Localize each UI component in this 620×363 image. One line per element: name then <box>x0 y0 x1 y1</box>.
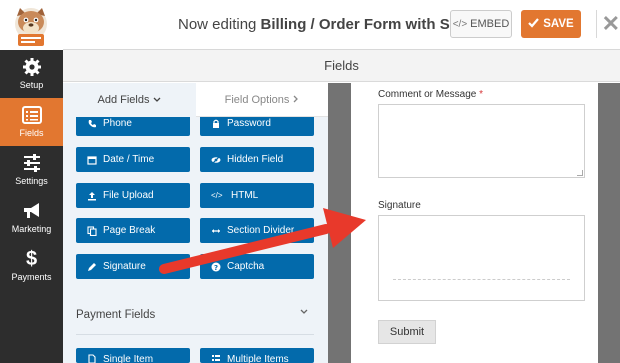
sidebar-item-setup[interactable]: Setup <box>0 50 63 98</box>
embed-button[interactable]: </> EMBED <box>450 10 512 38</box>
eye-slash-icon <box>211 155 221 165</box>
divider <box>76 334 314 335</box>
file-icon <box>87 354 97 363</box>
tab-add-fields[interactable]: Add Fields <box>63 83 196 117</box>
dollar-icon: $ <box>25 248 38 270</box>
list-icon <box>211 354 221 363</box>
megaphone-icon <box>22 201 42 221</box>
form-name: Billing / Order Form with Signature <box>260 16 450 33</box>
chevron-down-icon[interactable] <box>300 307 308 318</box>
comment-textarea[interactable] <box>378 104 585 178</box>
svg-text:?: ? <box>214 264 218 272</box>
calendar-icon <box>87 155 97 165</box>
copy-icon <box>87 225 97 236</box>
editing-title: Now editing Billing / Order Form with Si… <box>178 16 450 33</box>
chevron-right-icon <box>293 94 299 106</box>
lock-icon <box>211 119 221 129</box>
signature-label: Signature <box>378 200 421 211</box>
resize-grip-icon[interactable] <box>577 170 583 176</box>
tab-field-options[interactable]: Field Options <box>196 83 328 117</box>
field-button-date-time[interactable]: Date / Time <box>76 147 190 172</box>
upload-icon <box>87 191 97 201</box>
field-button-hidden-field[interactable]: Hidden Field <box>200 147 314 172</box>
code-icon: </> <box>452 18 468 30</box>
signature-pad[interactable] <box>378 215 585 301</box>
wpforms-logo <box>0 0 63 50</box>
question-circle-icon: ? <box>211 262 221 272</box>
chevron-down-icon <box>153 94 161 106</box>
submit-button[interactable]: Submit <box>378 320 436 344</box>
field-button-page-break[interactable]: Page Break <box>76 218 190 243</box>
field-row-clip: Phone Password <box>76 117 314 137</box>
code-icon: </> <box>211 190 223 200</box>
list-icon <box>21 105 42 125</box>
sidebar-item-payments[interactable]: $ Payments <box>0 242 63 290</box>
sidebar-item-fields[interactable]: Fields <box>0 98 63 146</box>
pencil-icon <box>87 262 97 272</box>
sidebar-item-settings[interactable]: Settings <box>0 146 63 194</box>
payment-fields-heading[interactable]: Payment Fields <box>76 309 155 321</box>
field-button-file-upload[interactable]: File Upload <box>76 183 190 208</box>
phone-icon <box>87 119 97 129</box>
comment-label: Comment or Message * <box>378 89 484 100</box>
field-button-section-divider[interactable]: Section Divider <box>200 218 314 243</box>
sliders-icon <box>22 153 42 173</box>
check-icon <box>528 17 540 31</box>
save-button[interactable]: SAVE <box>521 10 581 38</box>
field-button-signature[interactable]: Signature <box>76 254 190 279</box>
close-icon[interactable]: ✕ <box>596 10 620 38</box>
field-button-single-item[interactable]: Single Item <box>76 348 190 363</box>
signature-line <box>393 279 570 280</box>
sidebar: Setup Fields Settings Marketing $ Paymen… <box>0 50 63 363</box>
field-button-html[interactable]: </> HTML <box>200 183 314 208</box>
field-button-phone[interactable]: Phone <box>76 117 190 136</box>
field-button-captcha[interactable]: ? Captcha <box>200 254 314 279</box>
top-bar: Now editing Billing / Order Form with Si… <box>0 0 620 50</box>
field-button-multiple-items[interactable]: Multiple Items <box>200 348 314 363</box>
panel-title: Fields <box>63 50 620 82</box>
required-marker: * <box>479 89 484 100</box>
field-button-password[interactable]: Password <box>200 117 314 136</box>
gear-icon <box>22 57 42 77</box>
sidebar-item-marketing[interactable]: Marketing <box>0 194 63 242</box>
arrows-h-icon <box>211 226 221 236</box>
